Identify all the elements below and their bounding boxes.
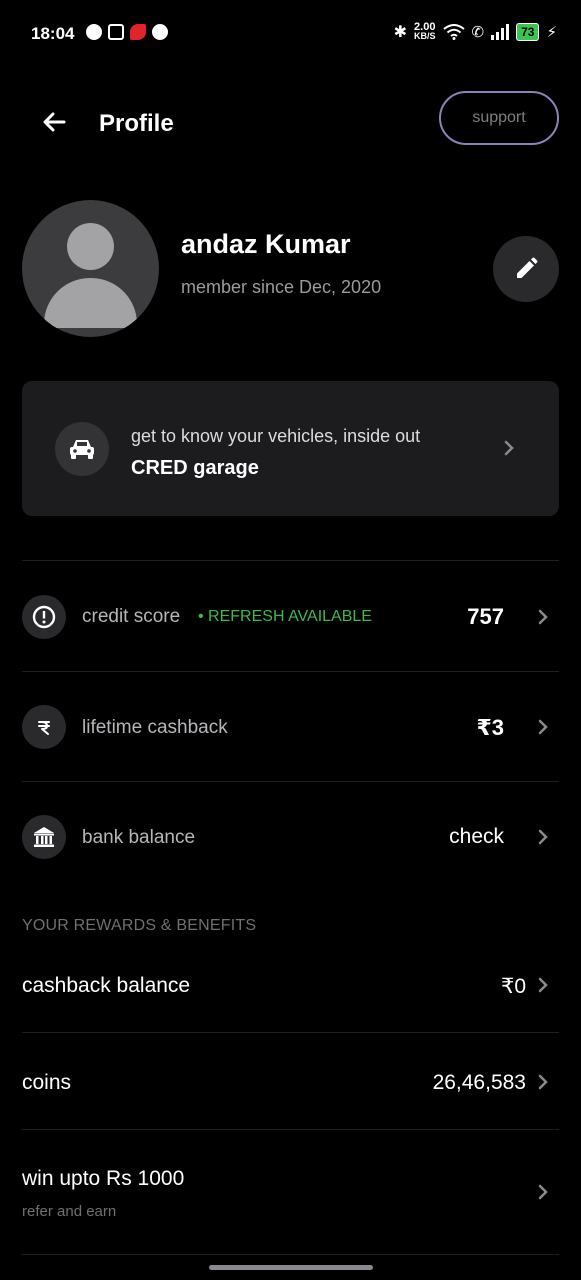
rupee-arrow-icon [38,721,50,735]
referral-sublabel: refer and earn [22,1203,117,1220]
battery-icon: 73 [516,23,540,41]
status-time: 18:04 [31,24,75,43]
signal-icon [491,24,510,40]
airtel-icon [130,24,146,40]
wifi-icon [442,24,465,40]
chevron-right-icon [538,829,548,845]
whatsapp-icon [86,24,102,40]
rewards-section-title: YOUR REWARDS & BENEFITS [22,917,257,934]
coins-label: coins [22,1071,72,1094]
page-title: Profile [99,110,174,137]
chevron-right-icon [538,977,548,993]
lifetime-cashback-label: lifetime cashback [82,717,228,738]
cashback-icon-circle [22,705,66,749]
garage-subtitle: get to know your vehicles, inside out [131,426,421,446]
chevron-right-icon [538,609,548,625]
edit-profile-button[interactable] [493,236,559,302]
network-speed-unit: KB/S [414,31,436,41]
chevron-right-icon [538,719,548,735]
chevron-right-icon [538,1184,548,1200]
divider [22,1032,559,1033]
status-bar: 18:04 ✱ 2.00 KB/S ✆ 73 ⚡ [0,0,581,70]
network-speed: 2.00 KB/S [414,22,436,41]
phone-app-icon [152,24,168,40]
bluetooth-icon: ✱ [393,24,407,41]
divider [22,671,559,672]
garage-title: CRED garage [131,457,259,479]
divider [22,1129,559,1130]
back-arrow-icon [43,112,66,132]
cashback-balance-label: cashback balance [22,974,191,997]
bank-icon-circle [22,815,66,859]
cashback-balance-value: ₹0 [500,975,526,998]
alert-circle-icon [32,605,56,629]
avatar-body-shape [44,278,137,328]
user-name: andaz Kumar [181,229,351,259]
referral-label: win upto Rs 1000 [22,1167,185,1190]
avatar[interactable] [22,200,159,337]
coins-value: 26,46,583 [432,1071,526,1094]
bank-balance-label: bank balance [82,827,196,848]
home-indicator[interactable] [209,1265,373,1270]
divider [22,1254,559,1255]
chevron-right-icon [504,440,514,456]
chevron-right-icon [538,1074,548,1090]
divider [22,781,559,782]
system-icons: ✱ 2.00 KB/S ✆ 73 ⚡ [394,22,557,42]
credit-score-value: 757 [467,604,504,629]
car-icon [70,440,94,459]
avatar-head-shape [67,223,114,270]
lifetime-cashback-value: ₹3 [476,715,504,740]
divider [22,560,559,561]
pencil-icon [517,257,538,278]
charging-icon: ⚡ [546,24,557,41]
bank-balance-check[interactable]: check [449,825,504,849]
notification-icons [86,24,168,40]
back-button[interactable] [38,106,70,138]
sim-icon [108,24,124,40]
credit-score-label: credit score [82,606,181,627]
wifi-call-icon: ✆ [471,24,485,41]
refresh-available-badge[interactable]: • REFRESH AVAILABLE [198,608,372,626]
support-button[interactable]: support [439,91,559,145]
member-since: member since Dec, 2020 [181,277,382,297]
credit-score-icon-circle [22,595,66,639]
cred-garage-card[interactable]: get to know your vehicles, inside out CR… [22,381,559,516]
bank-icon [34,827,54,847]
garage-icon-circle [55,422,109,476]
